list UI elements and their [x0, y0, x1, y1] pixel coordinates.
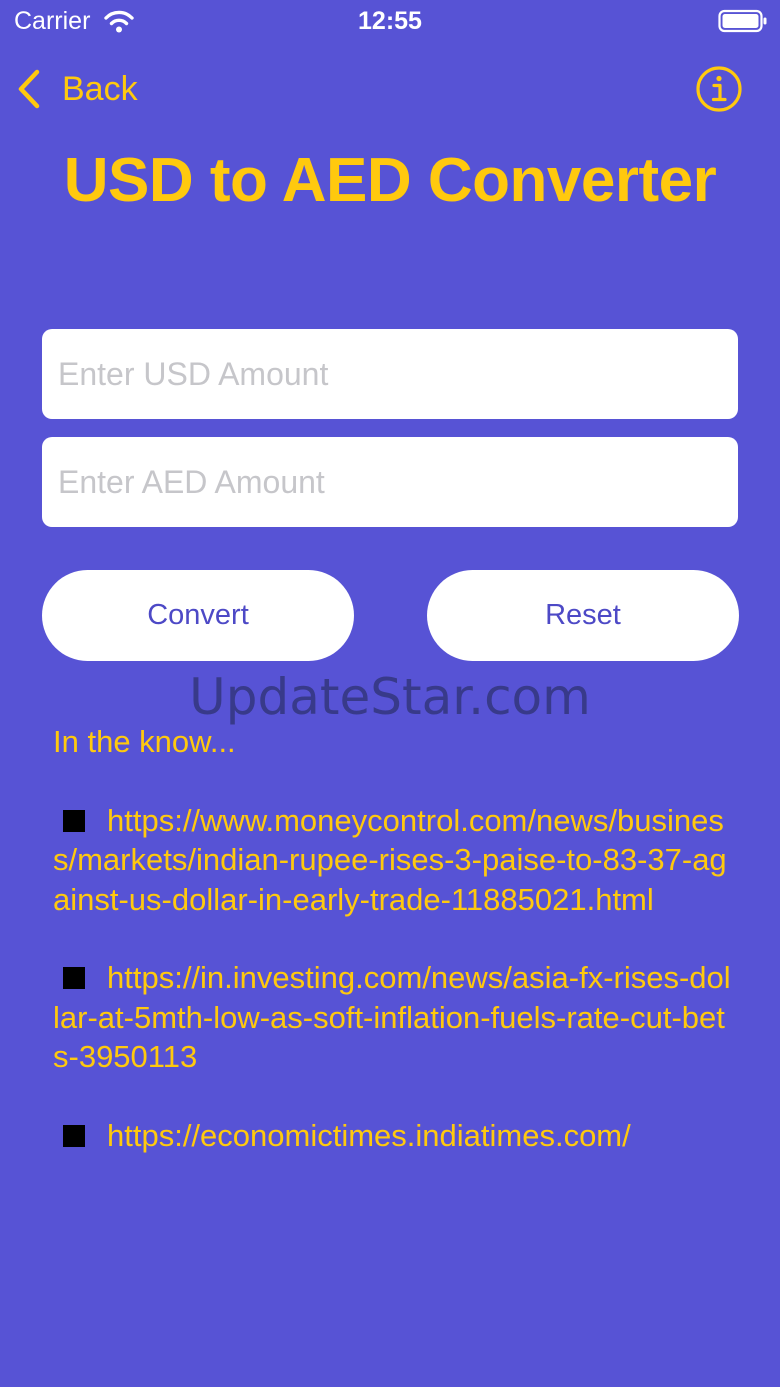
news-heading: In the know...: [53, 724, 236, 759]
info-circle-icon: [696, 66, 742, 112]
watermark: UpdateStar.com: [189, 668, 591, 726]
page-title: USD to AED Converter: [63, 146, 717, 215]
news-link[interactable]: https://www.moneycontrol.com/news/busine…: [53, 803, 727, 917]
news-item: https://www.moneycontrol.com/news/busine…: [53, 801, 733, 920]
usd-amount-input[interactable]: [42, 329, 738, 419]
battery-icon: [718, 9, 767, 33]
news-section: In the know... https://www.moneycontrol.…: [53, 722, 733, 1179]
convert-button[interactable]: Convert: [42, 570, 354, 661]
aed-amount-input[interactable]: [42, 437, 738, 527]
back-label: Back: [62, 69, 138, 108]
info-button[interactable]: [695, 65, 743, 113]
news-link[interactable]: https://economictimes.indiatimes.com/: [107, 1118, 631, 1153]
chevron-left-icon: [18, 69, 40, 109]
status-time: 12:55: [358, 7, 422, 35]
bullet-square-icon: [63, 967, 85, 989]
back-button[interactable]: Back: [16, 64, 138, 114]
news-link[interactable]: https://in.investing.com/news/asia-fx-ri…: [53, 960, 731, 1074]
news-item: https://economictimes.indiatimes.com/: [53, 1116, 733, 1156]
bullet-square-icon: [63, 1124, 85, 1147]
news-item: https://in.investing.com/news/asia-fx-ri…: [53, 958, 733, 1077]
reset-button[interactable]: Reset: [427, 570, 739, 661]
status-bar: Carrier 12:55: [0, 0, 780, 44]
bullet-square-icon: [63, 809, 85, 832]
